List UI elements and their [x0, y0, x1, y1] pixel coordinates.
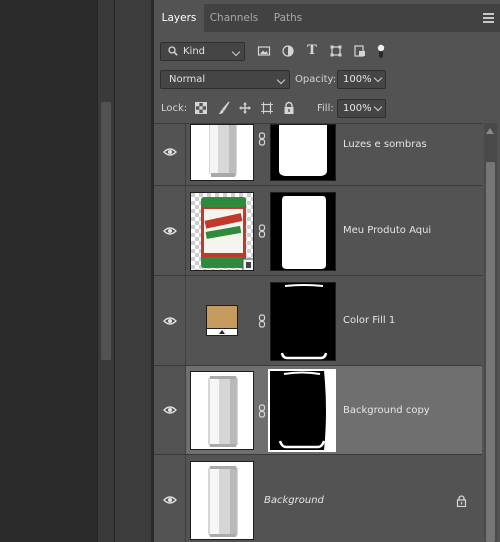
shape-filter-icon[interactable] — [329, 44, 343, 58]
adjustment-filter-icon[interactable] — [281, 44, 295, 58]
filter-toggle-icon[interactable] — [374, 44, 388, 58]
lock-transparent-pixels-icon[interactable] — [194, 101, 208, 115]
layers-panel: Layers Channels Paths Kind T Normal Opac… — [154, 0, 500, 542]
layer-name: Meu Produto Aqui — [343, 225, 432, 236]
eye-icon — [163, 496, 177, 504]
opacity-field[interactable]: 100% — [337, 70, 386, 89]
lock-icon[interactable] — [456, 495, 467, 507]
layer-row[interactable]: Color Fill 1 — [154, 276, 482, 366]
eye-icon — [163, 406, 177, 414]
blend-mode-select[interactable]: Normal — [160, 70, 290, 89]
fill-value: 100% — [343, 103, 372, 114]
layer-thumbnail[interactable] — [190, 124, 254, 181]
layer-list: Luzes e sombras Meu Produto Aqui Color F… — [154, 123, 482, 542]
lock-label: Lock: — [161, 103, 188, 114]
layer-thumbnail[interactable] — [190, 371, 254, 450]
color-fill-swatch[interactable] — [206, 305, 238, 336]
layer-mask-thumbnail[interactable] — [268, 369, 336, 452]
scroll-up-arrow-icon[interactable] — [486, 128, 494, 134]
link-icon[interactable] — [258, 132, 266, 146]
layer-mask-thumbnail[interactable] — [270, 282, 336, 361]
layer-row[interactable]: Luzes e sombras — [154, 124, 482, 186]
search-icon — [168, 46, 178, 56]
scrollbar-thumb[interactable] — [101, 102, 111, 360]
fill-field[interactable]: 100% — [337, 99, 386, 118]
layer-name: Background copy — [343, 405, 430, 416]
chevron-down-icon — [373, 102, 383, 112]
panel-tab-bar: Layers Channels Paths — [154, 4, 500, 32]
visibility-toggle[interactable] — [154, 276, 186, 365]
layer-row[interactable]: Background — [154, 455, 482, 542]
visibility-toggle[interactable] — [154, 455, 186, 542]
tab-layers[interactable]: Layers — [154, 4, 204, 32]
opacity-label: Opacity: — [295, 74, 337, 85]
eye-icon — [163, 226, 177, 235]
blend-mode-value: Normal — [169, 74, 206, 85]
image-filter-icon[interactable] — [257, 44, 271, 58]
layer-mask-thumbnail[interactable] — [270, 192, 336, 271]
chevron-down-icon — [231, 47, 241, 57]
panel-dock-strip — [115, 0, 153, 542]
lock-image-pixels-icon[interactable] — [217, 101, 231, 115]
layer-mask-thumbnail[interactable] — [270, 124, 336, 181]
smart-object-filter-icon[interactable] — [353, 44, 367, 58]
eye-icon — [163, 316, 177, 325]
layer-row[interactable]: Meu Produto Aqui — [154, 186, 482, 276]
eye-icon — [163, 147, 177, 156]
lock-artboard-icon[interactable] — [260, 101, 274, 115]
tab-channels[interactable]: Channels — [204, 4, 264, 32]
layer-row[interactable]: Background copy — [154, 366, 482, 455]
chevron-down-icon — [373, 73, 383, 83]
visibility-toggle[interactable] — [154, 124, 186, 185]
layers-scrollbar-thumb[interactable] — [486, 162, 495, 542]
tab-paths[interactable]: Paths — [264, 4, 312, 32]
filter-kind-label: Kind — [183, 46, 206, 57]
layer-thumbnail[interactable] — [190, 461, 254, 540]
layer-name: Background — [264, 495, 324, 506]
link-icon[interactable] — [258, 224, 266, 238]
layer-name: Luzes e sombras — [343, 139, 427, 150]
vertical-scrollbar[interactable] — [97, 0, 115, 542]
canvas-area — [0, 0, 97, 542]
layer-thumbnail[interactable] — [190, 192, 254, 271]
panel-menu-icon[interactable] — [483, 13, 494, 23]
visibility-toggle[interactable] — [154, 186, 186, 275]
visibility-toggle[interactable] — [154, 366, 186, 454]
type-filter-icon[interactable]: T — [305, 44, 319, 58]
link-icon[interactable] — [258, 404, 266, 418]
filter-kind-select[interactable]: Kind — [160, 42, 245, 61]
link-icon[interactable] — [258, 314, 266, 328]
layer-name: Color Fill 1 — [343, 315, 396, 326]
lock-all-icon[interactable] — [282, 101, 296, 115]
chevron-down-icon — [276, 75, 286, 85]
opacity-value: 100% — [343, 74, 372, 85]
lock-position-icon[interactable] — [238, 101, 252, 115]
fill-label: Fill: — [317, 103, 334, 114]
